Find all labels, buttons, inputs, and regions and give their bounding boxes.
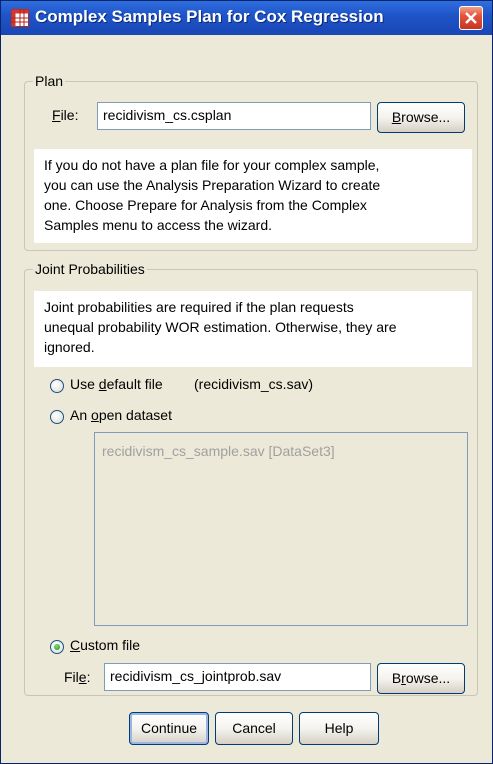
- plan-file-label: File:: [52, 107, 79, 123]
- plan-info-text: If you do not have a plan file for your …: [34, 149, 472, 243]
- plan-info-line: Samples menu to access the wizard.: [44, 217, 272, 233]
- custom-browse-button[interactable]: Browse...: [377, 663, 465, 694]
- use-default-file-label[interactable]: Use default file: [70, 376, 163, 392]
- window-title: Complex Samples Plan for Cox Regression: [35, 7, 384, 26]
- joint-info-line: Joint probabilities are required if the …: [44, 299, 354, 315]
- open-dataset-list[interactable]: recidivism_cs_sample.sav [DataSet3]: [94, 432, 468, 626]
- open-dataset-radio[interactable]: [50, 410, 64, 424]
- default-file-value: (recidivism_cs.sav): [194, 376, 314, 392]
- custom-file-field-label: File:: [64, 669, 91, 685]
- table-grid-icon: [11, 9, 29, 27]
- plan-group-title: Plan: [33, 73, 66, 89]
- open-dataset-label[interactable]: An open dataset: [70, 407, 172, 423]
- help-button[interactable]: Help: [299, 712, 379, 745]
- help-label: Help: [324, 720, 354, 736]
- continue-button[interactable]: Continue: [129, 712, 209, 745]
- title-bar[interactable]: Complex Samples Plan for Cox Regression: [1, 1, 492, 35]
- custom-file-label[interactable]: Custom file: [70, 637, 140, 653]
- cancel-label: Cancel: [232, 720, 276, 736]
- use-default-file-radio[interactable]: [50, 379, 64, 393]
- continue-label: Continue: [140, 720, 198, 736]
- joint-probabilities-group-title: Joint Probabilities: [33, 261, 147, 277]
- plan-file-field[interactable]: recidivism_cs.csplan: [97, 102, 371, 130]
- custom-file-radio[interactable]: [50, 640, 64, 654]
- plan-info-line: one. Choose Prepare for Analysis from th…: [44, 197, 367, 213]
- list-item[interactable]: recidivism_cs_sample.sav [DataSet3]: [102, 443, 467, 459]
- dialog-window: Complex Samples Plan for Cox Regression …: [0, 0, 493, 764]
- plan-info-line: you can use the Analysis Preparation Wiz…: [44, 177, 381, 193]
- joint-info-text: Joint probabilities are required if the …: [34, 291, 472, 367]
- cancel-button[interactable]: Cancel: [215, 712, 293, 745]
- joint-info-line: unequal probability WOR estimation. Othe…: [44, 319, 397, 335]
- custom-browse-label: Browse...: [391, 670, 451, 686]
- plan-browse-label: Browse...: [391, 109, 451, 125]
- custom-file-field[interactable]: recidivism_cs_jointprob.sav: [104, 663, 371, 691]
- plan-info-line: If you do not have a plan file for your …: [44, 157, 380, 173]
- close-button[interactable]: [459, 6, 483, 30]
- plan-browse-button[interactable]: Browse...: [377, 102, 465, 133]
- joint-info-line: ignored.: [44, 339, 95, 355]
